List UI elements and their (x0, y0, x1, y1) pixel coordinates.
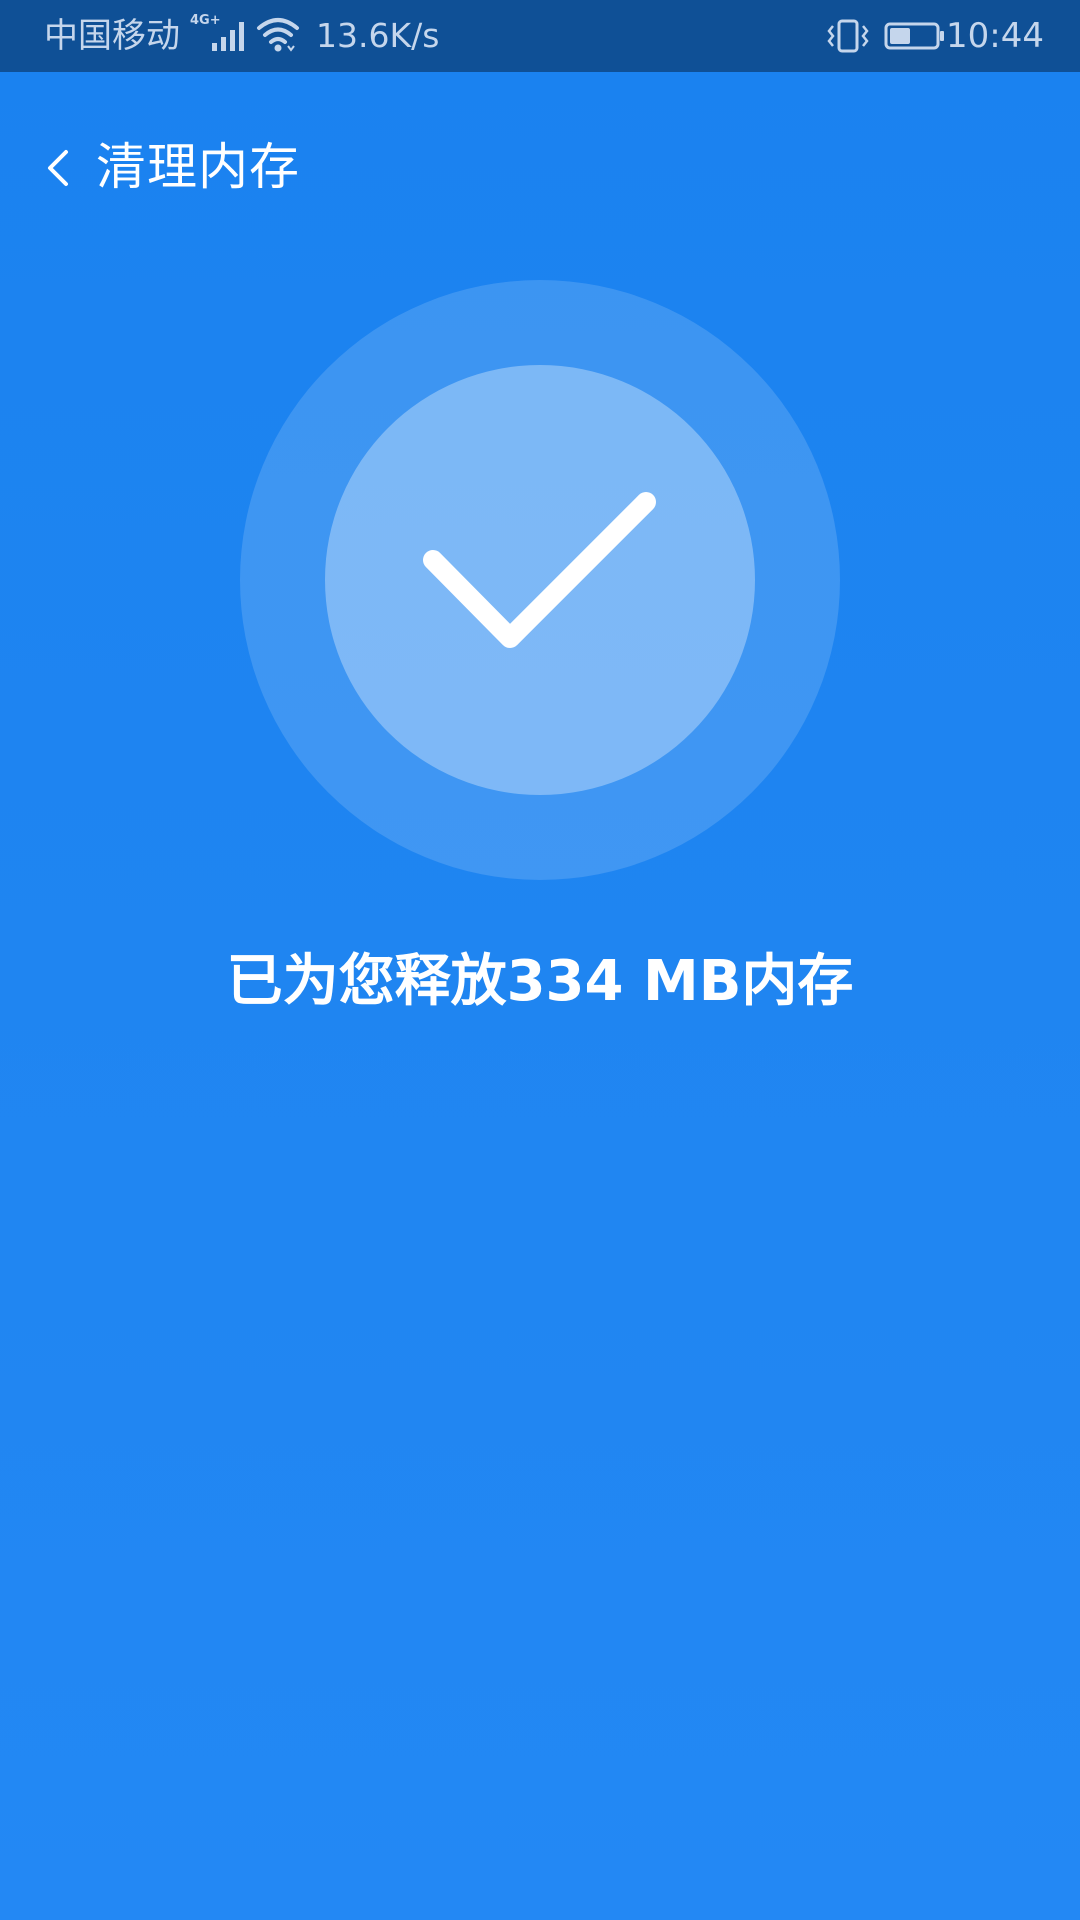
checkmark-icon (423, 492, 656, 648)
back-button[interactable] (30, 138, 90, 198)
result-message: 已为您释放334 MB内存 (226, 949, 854, 1014)
status-bar: 中国移动 4G+ 13.6K/s 10:44 (0, 0, 1080, 72)
screen: 中国移动 4G+ 13.6K/s 10:44 清理内存 已为您释放334 MB内… (0, 0, 1080, 1920)
battery-icon (884, 22, 944, 50)
app-header: 清理内存 (0, 118, 1080, 218)
success-illustration (240, 280, 840, 880)
carrier-name: 中国移动 (44, 16, 180, 56)
signal-icon (212, 22, 244, 51)
clock: 10:44 (946, 16, 1044, 56)
network-speed: 13.6K/s (316, 16, 440, 55)
vibrate-icon (827, 19, 869, 53)
chevron-left-icon (48, 150, 68, 186)
page-title: 清理内存 (96, 138, 300, 196)
wifi-icon (257, 18, 299, 52)
